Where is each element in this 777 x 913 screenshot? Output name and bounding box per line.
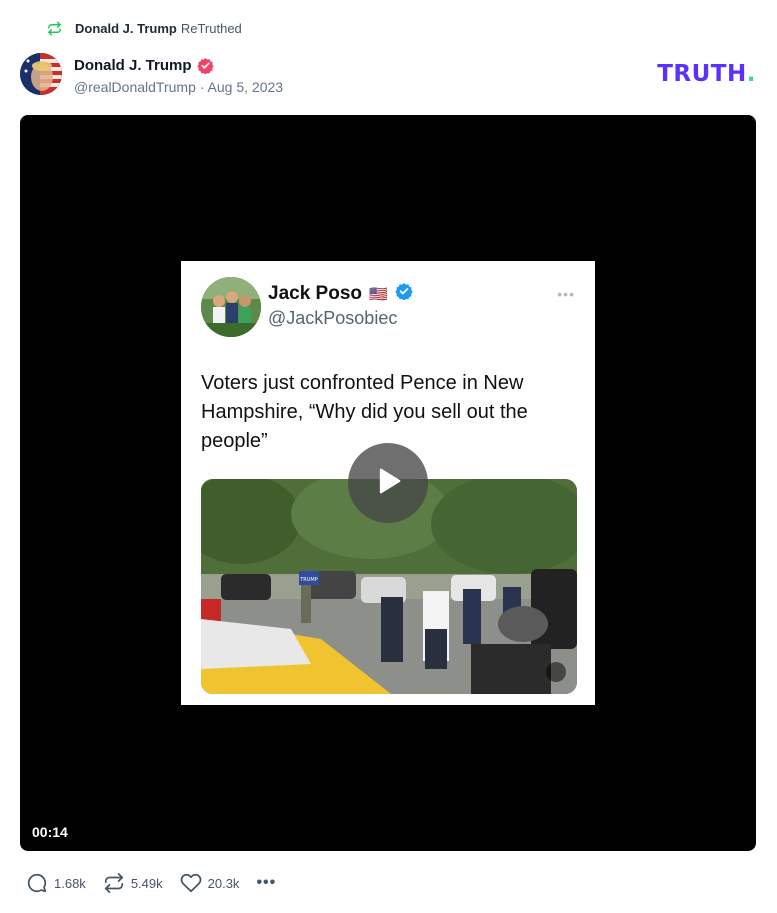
trump-sign-text: TRUMP (299, 577, 318, 583)
like-count: 20.3k (207, 875, 240, 891)
us-flag-emoji: 🇺🇸 (369, 285, 388, 303)
retruth-label: ReTruthed (180, 20, 242, 36)
avatar[interactable] (20, 53, 62, 95)
play-button[interactable] (348, 443, 428, 523)
retruth-count: 5.49k (130, 875, 163, 891)
truth-logo-text: TRUTH (657, 61, 747, 87)
reply-button[interactable]: 1.68k (26, 872, 86, 894)
tweet-avatar (201, 277, 261, 337)
more-icon: ••• (256, 874, 277, 891)
author-block: Donald J. Trump @realDonaldTrump · Aug 5… (74, 55, 283, 96)
video-timecode: 00:14 (32, 824, 68, 840)
retruth-indicator: Donald J. Trump ReTruthed (47, 19, 242, 37)
author-name[interactable]: Donald J. Trump (74, 57, 192, 74)
reply-icon (26, 872, 48, 894)
play-icon (371, 464, 405, 503)
author-meta: @realDonaldTrump · Aug 5, 2023 (74, 79, 283, 95)
retruth-button[interactable]: 5.49k (103, 872, 163, 894)
truth-logo[interactable]: TRUTH. (657, 61, 756, 87)
video-player[interactable]: Jack Poso 🇺🇸 @JackPosobiec ••• Voters ju… (20, 115, 756, 851)
reply-count: 1.68k (54, 875, 86, 891)
retruth-author-link[interactable]: Donald J. Trump (75, 21, 177, 36)
like-button[interactable]: 20.3k (180, 872, 240, 894)
retruth-icon (47, 21, 62, 36)
tweet-name-row: Jack Poso 🇺🇸 (268, 282, 413, 305)
more-options-button[interactable]: ••• (256, 874, 276, 892)
truth-logo-dot: . (746, 61, 756, 87)
embedded-tweet-card: Jack Poso 🇺🇸 @JackPosobiec ••• Voters ju… (181, 261, 595, 705)
post-date[interactable]: Aug 5, 2023 (208, 79, 284, 95)
tweet-verified-icon (394, 282, 413, 305)
tweet-author-name: Jack Poso (268, 282, 362, 304)
author-handle[interactable]: @realDonaldTrump (74, 79, 196, 95)
tweet-more-icon: ••• (557, 286, 575, 302)
heart-icon (180, 872, 202, 894)
meta-separator: · (199, 79, 205, 95)
verified-badge-icon (196, 57, 214, 74)
post-header: Donald J. Trump @realDonaldTrump · Aug 5… (20, 53, 756, 99)
post-actions: 1.68k 5.49k 20.3k ••• (26, 870, 293, 896)
tweet-handle: @JackPosobiec (268, 308, 398, 328)
retruth-action-icon (103, 872, 125, 894)
